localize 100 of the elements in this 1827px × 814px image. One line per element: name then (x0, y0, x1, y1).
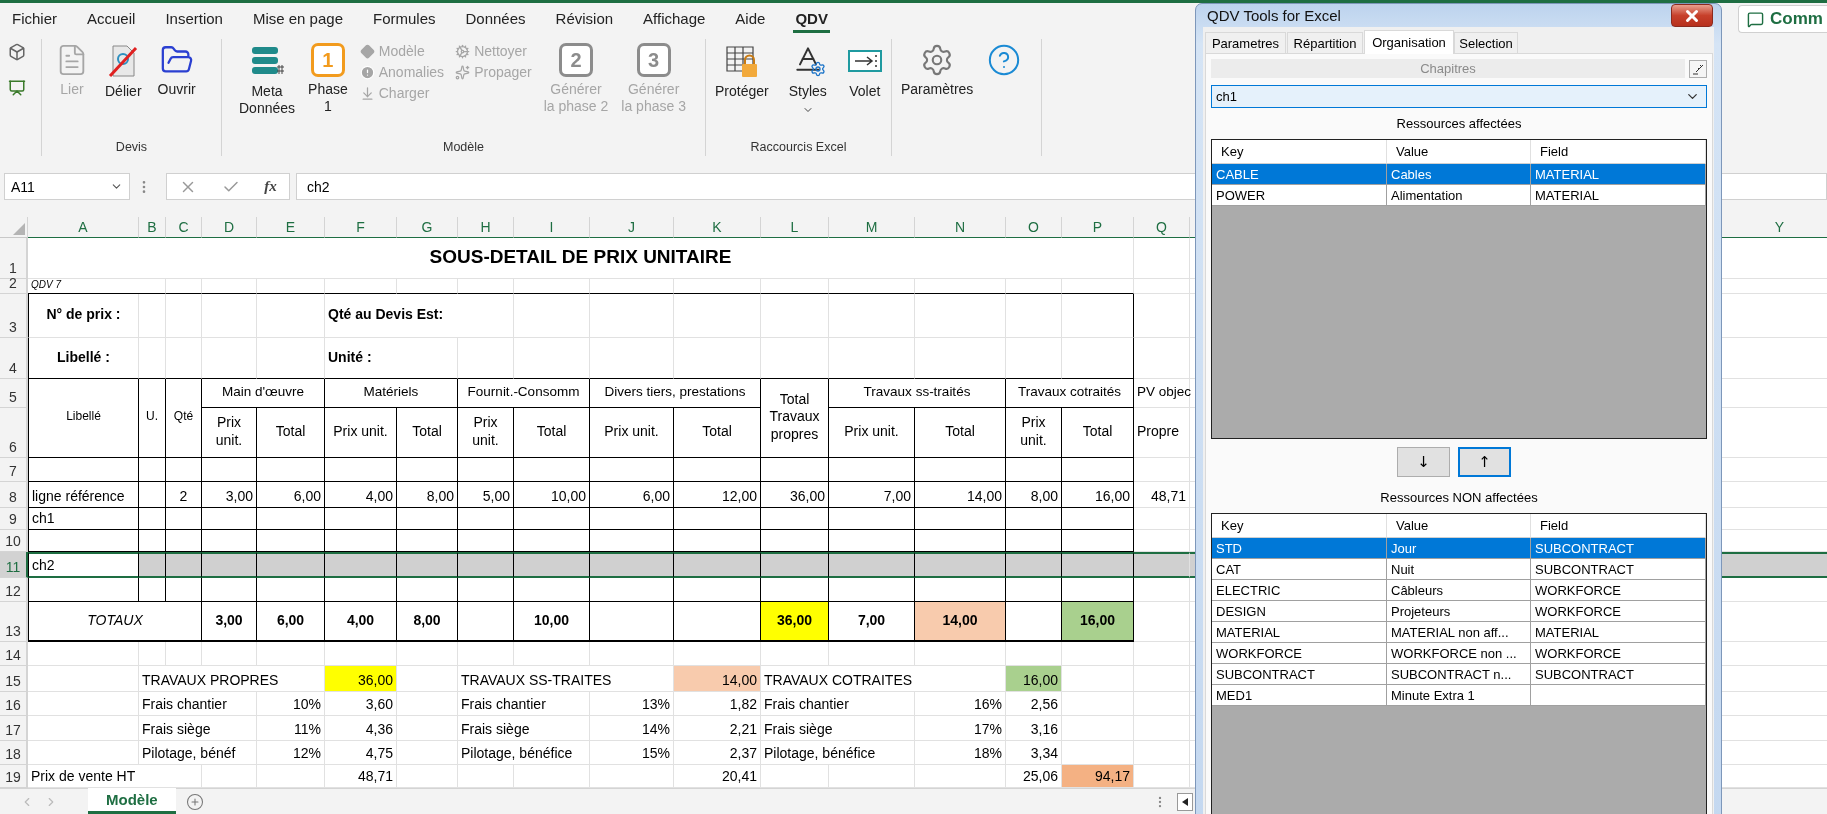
comment-icon (1747, 10, 1765, 28)
chapters-header: Chapitres (1211, 59, 1685, 78)
row-header[interactable]: 16 (0, 692, 28, 716)
column-header[interactable]: Q (1134, 217, 1190, 238)
table-cell: 3,60 (325, 692, 397, 716)
table-row[interactable]: DESIGN Projeteurs WORKFORCE (1212, 601, 1706, 622)
column-header[interactable]: I (514, 217, 590, 238)
row-header[interactable]: 2 (0, 279, 28, 294)
ribbon-button[interactable]: Styles (785, 41, 830, 118)
column-header[interactable]: A (28, 217, 139, 238)
ribbon-button[interactable]: Délier (102, 41, 145, 102)
ribbon-button[interactable]: Volet (843, 41, 886, 102)
table-cell: 3,34 (1006, 741, 1062, 765)
table-cell: Frais chantier (458, 692, 590, 716)
dialog-tab[interactable]: Parametres (1205, 32, 1286, 54)
edit-button[interactable] (1689, 59, 1707, 78)
table-cell: 14% (590, 716, 674, 741)
row-header[interactable]: 17 (0, 716, 28, 741)
table-cell: Total (257, 408, 325, 458)
column-header[interactable]: N (915, 217, 1006, 238)
table-row[interactable]: ELECTRIC Câbleurs WORKFORCE (1212, 580, 1706, 601)
sheet-tab[interactable]: Modèle (88, 788, 176, 814)
ribbon-button[interactable]: Meta Données (236, 41, 299, 119)
sheet-title: SOUS-DETAIL DE PRIX UNITAIRE (28, 238, 1134, 279)
table-cell: Total (514, 408, 590, 458)
row-header[interactable]: 18 (0, 741, 28, 765)
row-header[interactable]: 10 (0, 530, 28, 552)
row-header[interactable]: 11 (0, 552, 28, 578)
ribbon-tab[interactable]: Insertion (163, 5, 225, 33)
row-header[interactable]: 14 (0, 642, 28, 666)
table-row[interactable]: CABLE Cables MATERIAL (1212, 164, 1706, 185)
row-header[interactable]: 3 (0, 294, 28, 338)
ribbon-button[interactable]: 1 Phase 1 (305, 41, 351, 117)
table-cell: Pilotage, bénéfice (458, 741, 590, 765)
row-header[interactable]: 8 (0, 482, 28, 508)
column-header[interactable]: O (1006, 217, 1062, 238)
column-header[interactable]: Y (1722, 217, 1827, 238)
ribbon-tab[interactable]: Formules (371, 5, 438, 33)
ribbon-tab[interactable]: Données (463, 5, 528, 33)
dialog-tab[interactable]: Répartition (1287, 32, 1363, 54)
table-row[interactable]: MED1 Minute Extra 1 (1212, 685, 1706, 706)
ribbon-button[interactable]: Ouvrir (154, 41, 199, 100)
row-header[interactable]: 7 (0, 458, 28, 482)
ribbon-tab[interactable]: Aide (733, 5, 768, 33)
row-header[interactable]: 6 (0, 408, 28, 458)
scroll-left-button[interactable] (1177, 792, 1193, 811)
column-header[interactable]: D (202, 217, 257, 238)
close-button[interactable] (1671, 4, 1713, 27)
table-cell: TRAVAUX SS-TRAITES (458, 666, 674, 692)
column-header[interactable]: L (761, 217, 829, 238)
table-cell: 6,00 (257, 602, 325, 642)
table-row[interactable]: SUBCONTRACT SUBCONTRACT n... SUBCONTRACT (1212, 664, 1706, 685)
ribbon-tab[interactable]: Accueil (85, 5, 138, 33)
dialog-tab[interactable]: Organisation (1364, 30, 1454, 54)
row-header[interactable]: 15 (0, 666, 28, 692)
table-cell: 3,16 (1006, 716, 1062, 741)
ribbon-tab[interactable]: Affichage (641, 5, 708, 33)
cube-icon[interactable] (8, 43, 26, 61)
help-icon (987, 43, 1022, 77)
row-header[interactable]: 1 (0, 238, 28, 279)
column-header[interactable]: P (1062, 217, 1134, 238)
group-label: Raccourcis Excel (749, 140, 848, 156)
chapter-dropdown[interactable]: ch1 (1211, 85, 1707, 108)
row-header[interactable]: 4 (0, 338, 28, 379)
ribbon-button[interactable]: Paramètres (898, 41, 977, 100)
move-button[interactable]: ↓ (1397, 447, 1450, 477)
insert-function-button[interactable]: fx (264, 178, 277, 195)
add-sheet-icon[interactable] (185, 792, 204, 811)
table-row[interactable]: WORKFORCE WORKFORCE non ... WORKFORCE (1212, 643, 1706, 664)
row-header[interactable]: 5 (0, 379, 28, 408)
table-row[interactable]: CAT Nuit SUBCONTRACT (1212, 559, 1706, 580)
ribbon-tab[interactable]: Fichier (10, 5, 59, 33)
column-header[interactable]: E (257, 217, 325, 238)
column-header[interactable]: M (829, 217, 915, 238)
column-header[interactable]: F (325, 217, 397, 238)
dialog-tab[interactable]: Selection (1454, 32, 1518, 54)
row-header[interactable]: 19 (0, 765, 28, 788)
column-header[interactable]: G (397, 217, 458, 238)
easel-icon[interactable] (8, 79, 26, 97)
table-cell: Libellé (28, 379, 139, 458)
column-header[interactable]: C (166, 217, 202, 238)
ribbon-button[interactable]: Protéger (712, 41, 772, 102)
column-header[interactable]: H (458, 217, 514, 238)
ribbon-tab[interactable]: QDV (793, 5, 830, 33)
column-header[interactable]: K (674, 217, 761, 238)
row-header[interactable]: 12 (0, 578, 28, 602)
select-all-icon[interactable] (13, 223, 25, 235)
table-row[interactable]: POWER Alimentation MATERIAL (1212, 185, 1706, 206)
column-header[interactable]: B (139, 217, 166, 238)
row-header[interactable]: 9 (0, 508, 28, 530)
table-row[interactable]: STD Jour SUBCONTRACT (1212, 538, 1706, 559)
ribbon-tab[interactable]: Mise en page (250, 5, 345, 33)
name-box[interactable]: A11 (4, 173, 130, 200)
column-header[interactable]: J (590, 217, 674, 238)
row-header[interactable]: 13 (0, 602, 28, 642)
sparkle-icon (455, 64, 471, 80)
move-button[interactable]: ↑ (1458, 447, 1511, 477)
comments-button[interactable]: Comm (1738, 5, 1827, 33)
ribbon-tab[interactable]: Révision (553, 5, 616, 33)
table-row[interactable]: MATERIAL MATERIAL non aff... MATERIAL (1212, 622, 1706, 643)
